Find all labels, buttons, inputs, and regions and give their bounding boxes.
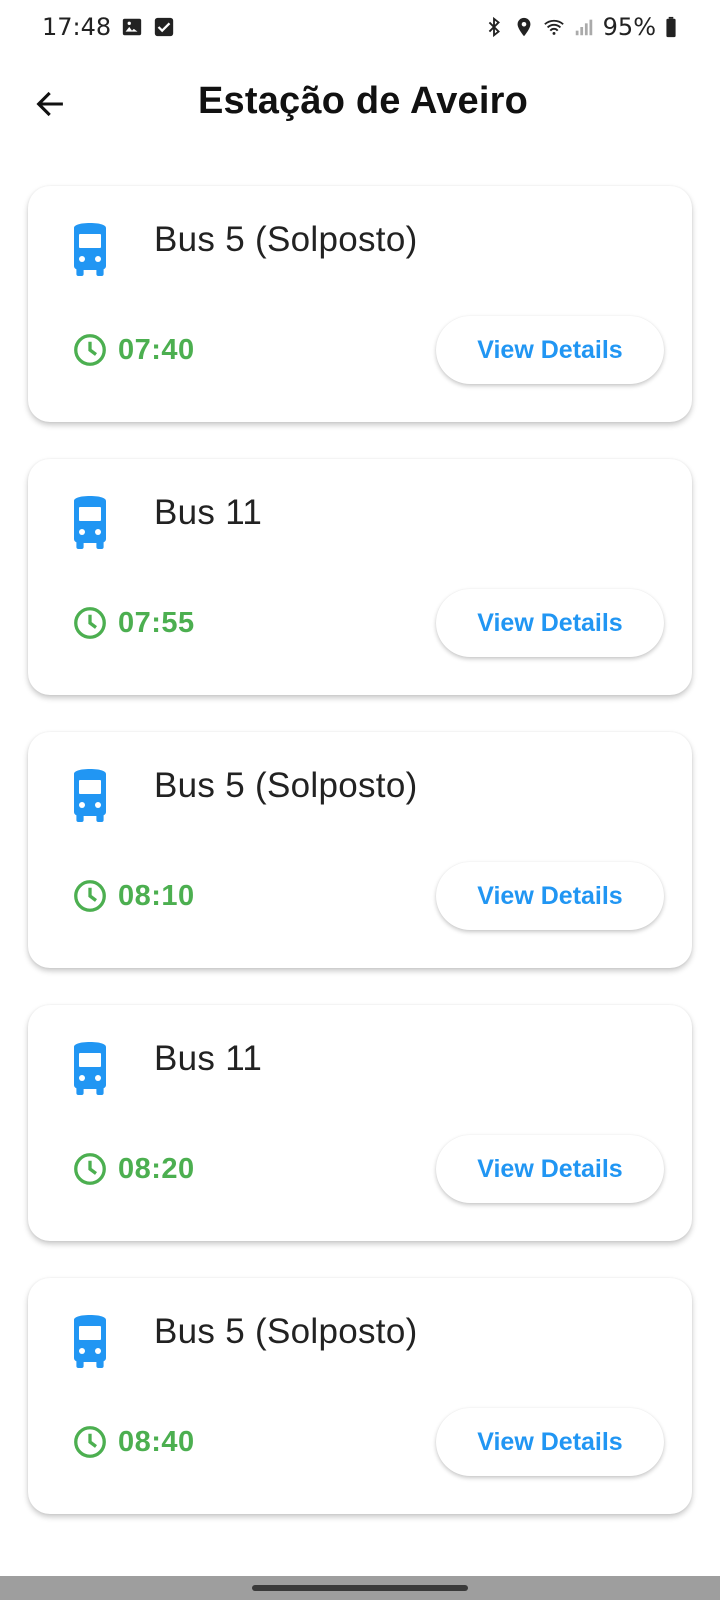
status-left: 17:48 — [42, 13, 175, 41]
route-name: Bus 5 (Solposto) — [154, 1312, 418, 1351]
time-text: 08:40 — [118, 1425, 195, 1458]
view-details-button[interactable]: View Details — [436, 862, 664, 930]
departure-time: 08:10 — [72, 878, 195, 914]
bus-icon — [66, 495, 114, 551]
clock-icon — [72, 1151, 108, 1187]
bus-icon — [66, 222, 114, 278]
view-details-button[interactable]: View Details — [436, 1408, 664, 1476]
location-icon — [513, 16, 535, 38]
checkbox-icon — [153, 16, 175, 38]
view-details-button[interactable]: View Details — [436, 1135, 664, 1203]
departure-time: 07:40 — [72, 332, 195, 368]
route-name: Bus 11 — [154, 493, 263, 532]
bus-icon — [66, 1041, 114, 1097]
page-title: Estação de Aveiro — [197, 80, 529, 122]
departure-card: Bus 5 (Solposto) 08:40 View Details — [28, 1278, 692, 1514]
time-text: 07:40 — [118, 333, 195, 366]
departure-time: 08:40 — [72, 1424, 195, 1460]
status-right: 95% — [483, 13, 678, 41]
bluetooth-icon — [483, 16, 505, 38]
home-handle[interactable] — [252, 1585, 468, 1591]
route-name: Bus 5 (Solposto) — [154, 766, 418, 805]
clock-icon — [72, 1424, 108, 1460]
clock-icon — [72, 605, 108, 641]
clock-icon — [72, 878, 108, 914]
time-text: 08:20 — [118, 1152, 195, 1185]
departure-card: Bus 5 (Solposto) 07:40 View Details — [28, 186, 692, 422]
route-name: Bus 5 (Solposto) — [154, 220, 418, 259]
departure-card: Bus 5 (Solposto) 08:10 View Details — [28, 732, 692, 968]
clock-icon — [72, 332, 108, 368]
bus-icon — [66, 768, 114, 824]
battery-percentage: 95% — [602, 13, 656, 41]
view-details-button[interactable]: View Details — [436, 316, 664, 384]
status-bar: 17:48 95% — [0, 0, 720, 54]
route-name: Bus 11 — [154, 1039, 263, 1078]
departure-time: 07:55 — [72, 605, 195, 641]
departure-card: Bus 11 07:55 View Details — [28, 459, 692, 695]
status-time: 17:48 — [42, 13, 112, 41]
time-text: 07:55 — [118, 606, 195, 639]
bus-icon — [66, 1314, 114, 1370]
signal-icon — [573, 16, 595, 38]
view-details-button[interactable]: View Details — [436, 589, 664, 657]
departure-card: Bus 11 08:20 View Details — [28, 1005, 692, 1241]
time-text: 08:10 — [118, 879, 195, 912]
navigation-bar — [0, 1576, 720, 1600]
departure-time: 08:20 — [72, 1151, 195, 1187]
app-bar: Estação de Aveiro — [0, 64, 720, 144]
battery-icon — [664, 16, 678, 38]
wifi-icon — [543, 16, 565, 38]
departure-list: Bus 5 (Solposto) 07:40 View Details Bus … — [28, 186, 692, 1551]
gallery-icon — [121, 16, 143, 38]
